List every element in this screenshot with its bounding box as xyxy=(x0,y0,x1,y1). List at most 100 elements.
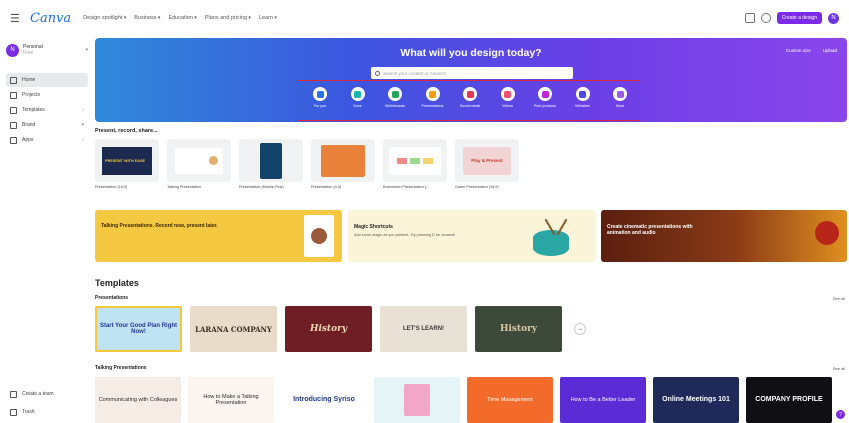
recent-design-card[interactable]: PRESENT WITH EASE Presentation (16:9) xyxy=(95,139,159,189)
template-card[interactable]: LET'S LEARN! xyxy=(380,306,467,352)
upload-button[interactable]: Upload xyxy=(819,46,841,55)
category-websites[interactable]: Websites xyxy=(566,87,600,108)
sidebar-item-label: Trash xyxy=(22,409,35,415)
thumb-art xyxy=(321,144,365,177)
hero-title: What will you design today? xyxy=(400,47,542,59)
presentation-templates-row: Start Your Good Plan Right Now! LARANA C… xyxy=(95,306,586,352)
thumb-art xyxy=(389,146,441,175)
presenter-avatar-icon xyxy=(209,156,218,165)
more-icon xyxy=(613,87,627,101)
menu-icon[interactable]: ☰ xyxy=(10,12,22,25)
recent-thumbnail xyxy=(239,139,303,182)
see-all-talking-link[interactable]: See all xyxy=(833,366,845,371)
nav-education[interactable]: Education xyxy=(168,15,196,21)
category-print-products[interactable]: Print products xyxy=(528,87,562,108)
social-media-icon-glyph xyxy=(466,90,474,98)
template-card[interactable]: How to Make a Talking Presentation xyxy=(188,377,274,423)
category-label: Whiteboards xyxy=(384,104,406,108)
sidebar: N Personal Free ▾ Home Projects Template… xyxy=(0,36,94,423)
drum-icon xyxy=(533,230,569,256)
template-card[interactable]: Introducing Syriso xyxy=(281,377,367,423)
sidebar-item-brand[interactable]: Brand ▾ xyxy=(6,118,88,132)
recent-design-card[interactable]: Play & Present Game Presentation (16:9) xyxy=(455,139,519,189)
template-card[interactable]: History xyxy=(285,306,372,352)
presentations-section-title: Presentations xyxy=(95,295,129,301)
websites-icon-glyph xyxy=(579,90,586,98)
template-card[interactable]: COMPANY PROFILE xyxy=(746,377,832,423)
sidebar-item-projects[interactable]: Projects xyxy=(6,88,88,102)
templates-icon xyxy=(10,106,17,114)
sidebar-item-home[interactable]: Home xyxy=(6,73,88,87)
docs-icon xyxy=(350,87,365,101)
search-placeholder: Search your content or Canva's xyxy=(383,70,446,76)
websites-icon xyxy=(575,87,590,101)
recent-label: Brainstorm Presentation (... xyxy=(383,185,430,189)
docs-icon-glyph xyxy=(354,90,361,98)
whiteboards-icon-glyph xyxy=(391,90,399,98)
recent-label: Presentation (4:3) xyxy=(311,185,342,189)
category-label: Docs xyxy=(353,104,362,108)
template-card[interactable] xyxy=(374,377,460,423)
monitor-icon[interactable] xyxy=(744,13,755,23)
recent-designs-row: PRESENT WITH EASE Presentation (16:9) Ta… xyxy=(95,139,519,189)
template-card[interactable]: Communicating with Colleagues xyxy=(95,377,181,423)
sidebar-item-templates[interactable]: Templates › xyxy=(6,103,88,117)
talking-presentations-title: Talking Presentations xyxy=(95,365,147,371)
sidebar-item-apps[interactable]: Apps › xyxy=(6,133,88,147)
recent-section-title: Present, record, share... xyxy=(95,128,158,134)
recent-thumbnail: PRESENT WITH EASE xyxy=(95,139,159,182)
banner-cinematic[interactable]: Create cinematic presentations with anim… xyxy=(601,210,847,262)
nav-plans-pricing[interactable]: Plans and pricing xyxy=(205,15,251,21)
recent-design-card[interactable]: Presentation (4:3) xyxy=(311,139,375,189)
thumb-art xyxy=(175,147,223,174)
for-you-icon xyxy=(313,87,327,101)
home-icon xyxy=(10,76,17,84)
top-right-actions: Create a design N xyxy=(744,12,839,24)
talking-templates-row: Communicating with Colleagues How to Mak… xyxy=(95,377,832,423)
recent-design-card[interactable]: Brainstorm Presentation (... xyxy=(383,139,447,189)
custom-size-button[interactable]: Custom size xyxy=(782,46,815,55)
banner-talking-presentations[interactable]: Talking Presentations. Record now, prese… xyxy=(95,210,342,262)
more-icon-glyph xyxy=(616,90,624,98)
banner-title: Talking Presentations. Record now, prese… xyxy=(101,223,218,229)
template-card[interactable]: LARANA COMPANY xyxy=(190,306,277,352)
template-card[interactable]: Time Management xyxy=(467,377,553,423)
nav-business[interactable]: Business xyxy=(134,15,160,21)
create-design-button[interactable]: Create a design xyxy=(776,12,822,24)
category-more[interactable]: More xyxy=(603,87,637,108)
avatar[interactable]: N xyxy=(828,12,839,24)
canva-logo[interactable]: Canva xyxy=(30,11,71,26)
recent-design-card[interactable]: Talking Presentation xyxy=(167,139,231,189)
category-for-you[interactable]: For you xyxy=(303,87,337,108)
recent-label: Game Presentation (16:9) xyxy=(455,185,499,189)
sidebar-item-create-team[interactable]: Create a team xyxy=(6,387,88,401)
account-switcher[interactable]: N Personal Free ▾ xyxy=(6,40,88,60)
category-whiteboards[interactable]: Whiteboards xyxy=(378,87,412,108)
category-presentations[interactable]: Presentations xyxy=(416,87,450,108)
nav-design-spotlight[interactable]: Design spotlight xyxy=(83,15,126,21)
template-card[interactable]: How to Be a Better Leader xyxy=(560,377,646,423)
sidebar-item-label: Apps xyxy=(22,137,34,143)
folder-icon xyxy=(10,91,17,99)
templates-heading: Templates xyxy=(95,278,139,288)
help-icon[interactable]: ? xyxy=(836,410,845,419)
category-label: Websites xyxy=(575,104,590,108)
template-card[interactable]: Start Your Good Plan Right Now! xyxy=(95,306,182,352)
sidebar-item-trash[interactable]: Trash xyxy=(6,405,88,419)
template-card[interactable]: Online Meetings 101 xyxy=(653,377,739,423)
next-arrow-icon[interactable]: → xyxy=(574,323,586,335)
category-videos[interactable]: Videos xyxy=(491,87,525,108)
category-label: Presentations xyxy=(421,104,444,108)
see-all-presentations-link[interactable]: See all xyxy=(833,296,845,301)
sticky-note-icon xyxy=(397,157,407,164)
thumb-art: PRESENT WITH EASE xyxy=(102,146,152,175)
nav-learn[interactable]: Learn xyxy=(259,15,277,21)
recent-design-card[interactable]: Presentation (Mobile-First) xyxy=(239,139,303,189)
presentations-icon-glyph xyxy=(429,90,436,98)
search-input[interactable]: Search your content or Canva's xyxy=(371,67,573,79)
banner-magic-shortcuts[interactable]: Magic Shortcuts Add some magic as you pr… xyxy=(348,210,595,262)
template-card[interactable]: History xyxy=(475,306,562,352)
category-docs[interactable]: Docs xyxy=(341,87,375,108)
gear-icon[interactable] xyxy=(760,13,771,23)
category-social-media[interactable]: Social media xyxy=(453,87,487,108)
